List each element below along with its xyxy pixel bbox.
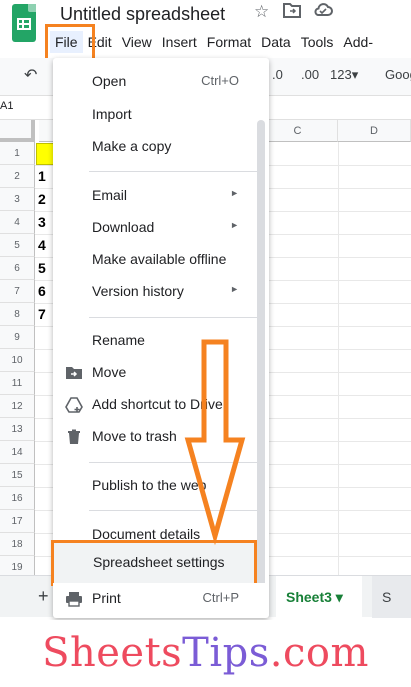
- row-header[interactable]: 13: [0, 418, 35, 441]
- menu-format[interactable]: Format: [202, 31, 256, 53]
- title-bar: Untitled spreadsheet ☆ File Edit View In…: [0, 0, 411, 62]
- cell-value[interactable]: 1: [38, 168, 46, 184]
- menu-divider: [89, 317, 259, 318]
- move-folder-icon: [65, 364, 83, 382]
- grid-line: [338, 142, 339, 575]
- font-select[interactable]: Goog: [385, 67, 411, 82]
- undo-icon[interactable]: ↶: [24, 65, 37, 85]
- menu-item-label: Email: [92, 187, 128, 203]
- row-header[interactable]: 10: [0, 349, 35, 372]
- select-all-corner[interactable]: [0, 120, 35, 142]
- brand-part: Tips: [182, 630, 270, 676]
- menu-item-label: Open: [92, 73, 127, 89]
- move-folder-icon[interactable]: [283, 2, 301, 23]
- menu-item-label: Print: [92, 590, 121, 606]
- submenu-arrow-icon: ►: [230, 188, 239, 198]
- row-header[interactable]: 5: [0, 234, 35, 257]
- menu-open[interactable]: Open Ctrl+O: [53, 66, 269, 98]
- cell-value[interactable]: 3: [38, 214, 46, 230]
- menu-insert[interactable]: Insert: [157, 31, 202, 53]
- menu-item-label: Import: [92, 106, 132, 122]
- row-header[interactable]: 18: [0, 533, 35, 556]
- name-box[interactable]: A1: [0, 100, 13, 112]
- menu-make-offline[interactable]: Make available offline: [53, 244, 269, 276]
- row-header[interactable]: 8: [0, 303, 35, 326]
- annotation-arrow-icon: [184, 339, 246, 546]
- menu-item-label: Download: [92, 219, 155, 235]
- number-format-button[interactable]: 123▾: [330, 67, 358, 83]
- row-header[interactable]: 7: [0, 280, 35, 303]
- cell-value[interactable]: 7: [38, 306, 46, 322]
- menu-import[interactable]: Import: [53, 99, 269, 131]
- menu-view[interactable]: View: [117, 31, 157, 53]
- cell-value[interactable]: 5: [38, 260, 46, 276]
- menu-item-label: Move to trash: [92, 428, 177, 444]
- menu-make-copy[interactable]: Make a copy: [53, 131, 269, 163]
- add-sheet-button[interactable]: +: [38, 586, 49, 607]
- add-to-drive-icon: [65, 396, 83, 414]
- menu-item-label: Spreadsheet settings: [93, 554, 225, 570]
- row-header[interactable]: 17: [0, 510, 35, 533]
- menu-divider: [89, 171, 259, 172]
- menu-download[interactable]: Download ►: [53, 212, 269, 244]
- sheet-tab-active[interactable]: Sheet3 ▾: [276, 576, 362, 618]
- row-header[interactable]: 15: [0, 464, 35, 487]
- menu-item-label: Version history: [92, 283, 184, 299]
- sheetstips-logo: SheetsTips.com: [0, 620, 411, 687]
- menu-addons[interactable]: Add-: [338, 31, 378, 53]
- menu-tools[interactable]: Tools: [296, 31, 339, 53]
- row-header[interactable]: 3: [0, 188, 35, 211]
- menu-item-label: Make a copy: [92, 138, 172, 154]
- menu-bar: File Edit View Insert Format Data Tools …: [50, 31, 378, 53]
- cell-value[interactable]: 6: [38, 283, 46, 299]
- submenu-arrow-icon: ►: [230, 220, 239, 230]
- sheet-tab-next[interactable]: S: [372, 576, 411, 618]
- column-header-c[interactable]: C: [258, 120, 338, 142]
- increase-decimal-button[interactable]: .00: [301, 67, 319, 82]
- cell-value[interactable]: 4: [38, 237, 46, 253]
- menu-email[interactable]: Email ►: [53, 180, 269, 212]
- menu-version-history[interactable]: Version history ►: [53, 276, 269, 308]
- row-header[interactable]: 4: [0, 211, 35, 234]
- submenu-arrow-icon: ►: [230, 284, 239, 294]
- decrease-decimal-button[interactable]: .0: [272, 67, 283, 82]
- menu-shortcut: Ctrl+O: [201, 73, 239, 88]
- screenshot-root: Untitled spreadsheet ☆ File Edit View In…: [0, 0, 411, 687]
- document-title[interactable]: Untitled spreadsheet: [60, 4, 225, 25]
- file-menu-highlight-box: [45, 24, 95, 62]
- cell-value[interactable]: 2: [38, 191, 46, 207]
- brand-part: .com: [269, 630, 369, 676]
- row-header[interactable]: 14: [0, 441, 35, 464]
- brand-part: Sheets: [42, 630, 183, 676]
- row-header[interactable]: 16: [0, 487, 35, 510]
- column-header-d[interactable]: D: [338, 120, 411, 142]
- menu-print[interactable]: Print Ctrl+P: [53, 583, 269, 615]
- row-header[interactable]: 2: [0, 165, 35, 188]
- star-icon[interactable]: ☆: [254, 2, 269, 22]
- menu-data[interactable]: Data: [256, 31, 296, 53]
- menu-item-label: Move: [92, 364, 127, 380]
- menu-shortcut: Ctrl+P: [202, 590, 239, 605]
- sheets-logo-icon[interactable]: [12, 4, 36, 42]
- print-icon: [65, 590, 83, 608]
- row-header[interactable]: 9: [0, 326, 35, 349]
- cloud-status-icon[interactable]: [313, 2, 333, 23]
- row-header[interactable]: 6: [0, 257, 35, 280]
- trash-icon: [65, 428, 83, 446]
- row-header[interactable]: 11: [0, 372, 35, 395]
- row-header[interactable]: 1: [0, 142, 35, 165]
- row-header[interactable]: 12: [0, 395, 35, 418]
- menu-item-label: Make available offline: [92, 251, 227, 267]
- menu-item-label: Rename: [92, 332, 145, 348]
